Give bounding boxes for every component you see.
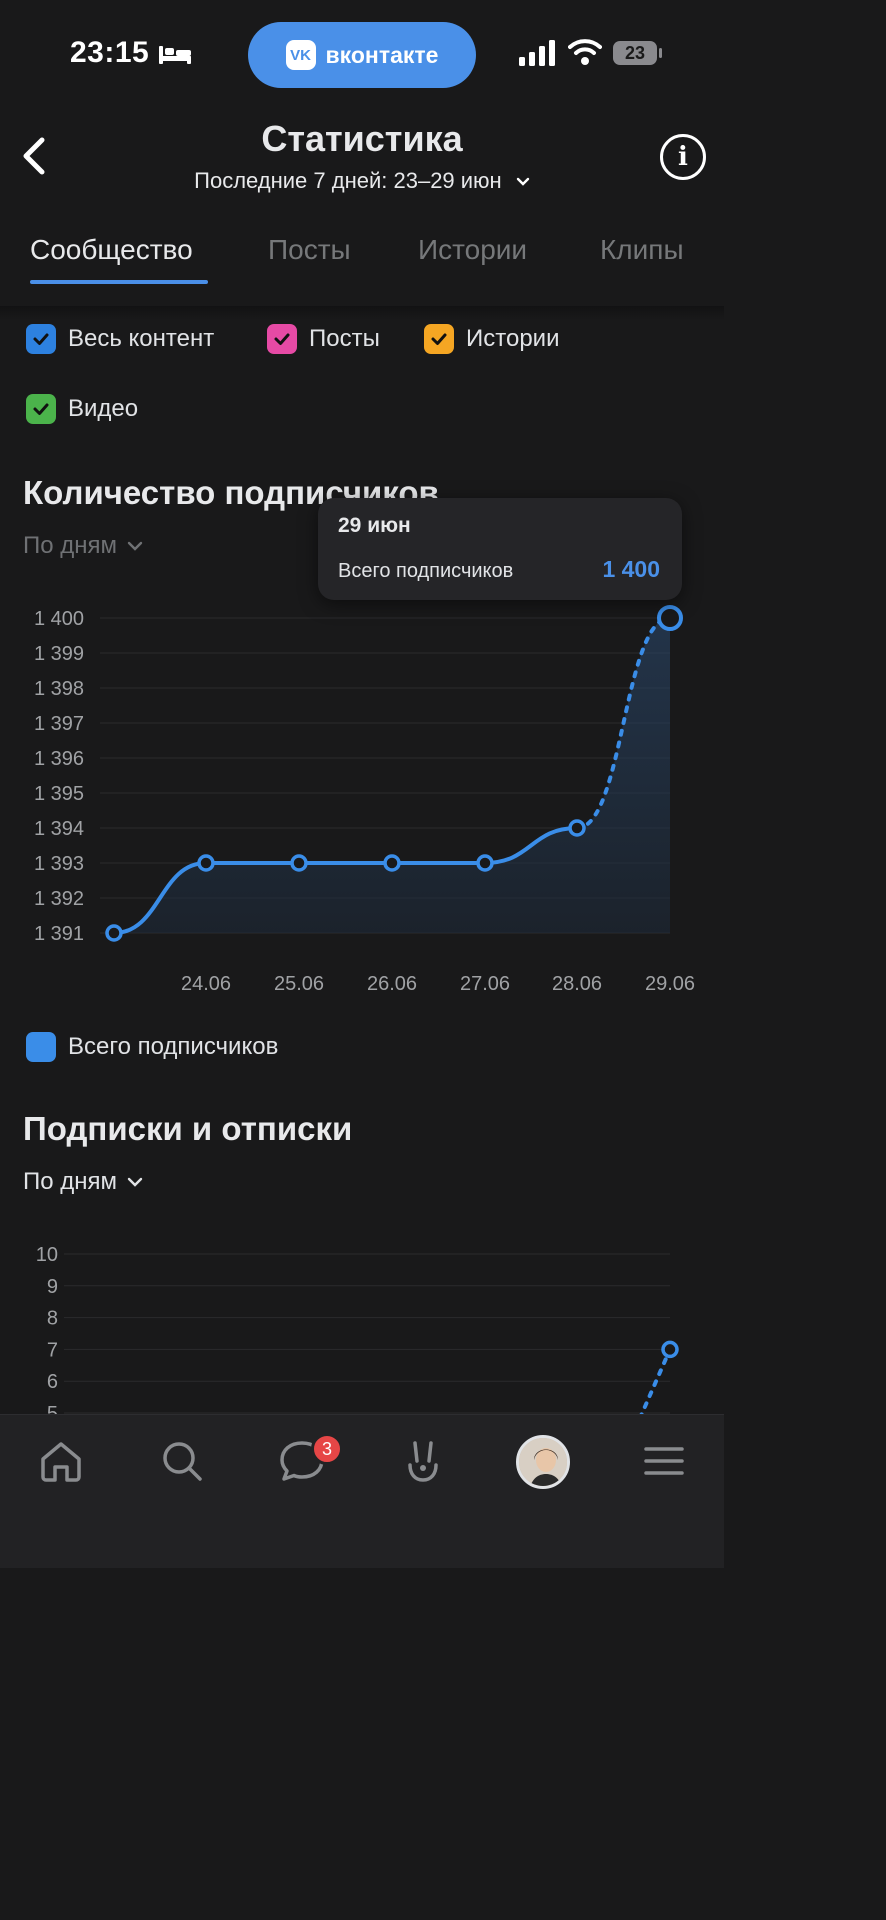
subs-unsubs-grouping-selector[interactable]: По дням: [23, 1168, 143, 1196]
x-tick-label: 28.06: [552, 973, 602, 995]
period-label: Последние 7 дней: 23–29 июн: [194, 168, 502, 193]
app-pill-label: вконтакте: [325, 41, 439, 68]
clips-icon[interactable]: [399, 1437, 447, 1485]
filter-label: Видео: [68, 395, 139, 422]
active-tab-indicator: [30, 280, 208, 284]
cellular-signal-icon: [519, 40, 555, 66]
y-tick-label: 8: [47, 1308, 58, 1330]
chart-legend[interactable]: Всего подписчиков: [26, 1032, 278, 1062]
search-icon[interactable]: [158, 1437, 206, 1485]
profile-avatar[interactable]: [516, 1435, 570, 1489]
y-tick-label: 1 394: [34, 818, 84, 840]
grouping-label: По дням: [23, 1168, 118, 1195]
chevron-down-icon: [516, 177, 530, 186]
period-selector[interactable]: Последние 7 дней: 23–29 июн: [0, 168, 724, 194]
tab-community[interactable]: Сообщество: [30, 234, 193, 266]
page-title: Статистика: [261, 118, 463, 159]
subs-unsubs-chart[interactable]: 5 6 7 8 9 10: [0, 1230, 724, 1414]
data-point: [568, 819, 586, 837]
battery-level: 23: [625, 43, 645, 63]
tab-posts[interactable]: Посты: [268, 234, 351, 266]
info-icon[interactable]: i: [660, 134, 706, 180]
filter-label: Истории: [466, 325, 560, 352]
x-tick-label: 29.06: [645, 973, 695, 995]
data-point: [383, 854, 401, 872]
grouping-label: По дням: [23, 532, 118, 559]
messages-badge: 3: [311, 1433, 343, 1465]
y-tick-label: 5: [47, 1403, 58, 1414]
status-bar: 23:15 VK вконтакте 23: [0, 0, 724, 110]
data-point: [105, 924, 123, 942]
y-tick-label: 1 398: [34, 678, 84, 700]
tooltip-label: Всего подписчиков: [338, 560, 514, 582]
y-tick-label: 1 400: [34, 608, 84, 630]
tooltip-value: 1 400: [602, 556, 660, 582]
filter-video[interactable]: Видео: [26, 394, 138, 424]
y-tick-label: 6: [47, 1371, 58, 1393]
checkbox-icon[interactable]: [26, 324, 56, 354]
data-point: [290, 854, 308, 872]
tooltip-date: 29 июн: [338, 514, 411, 537]
filter-all-content[interactable]: Весь контент: [26, 324, 214, 354]
data-point: [661, 1340, 679, 1359]
battery-icon: 23: [613, 41, 662, 65]
chevron-down-icon: [127, 1177, 143, 1187]
chart-tooltip: 29 июн Всего подписчиков 1 400: [318, 498, 682, 600]
y-tick-label: 1 396: [34, 748, 84, 770]
home-icon[interactable]: [37, 1437, 85, 1485]
x-tick-label: 24.06: [181, 973, 231, 995]
data-point: [657, 605, 683, 631]
y-tick-label: 1 393: [34, 853, 84, 875]
tab-clips[interactable]: Клипы: [600, 234, 684, 266]
subscribers-grouping-selector[interactable]: По дням: [23, 532, 143, 560]
vk-logo-icon: VK: [285, 40, 316, 70]
legend-label: Всего подписчиков: [68, 1033, 279, 1060]
x-tick-label: 27.06: [460, 973, 510, 995]
y-tick-label: 10: [36, 1244, 58, 1266]
data-point: [197, 854, 215, 872]
bottom-navigation: 3: [0, 1414, 724, 1568]
checkbox-icon[interactable]: [26, 394, 56, 424]
legend-swatch: [26, 1032, 56, 1062]
filter-label: Посты: [309, 325, 380, 352]
y-tick-label: 7: [47, 1339, 58, 1361]
series-area: [114, 618, 670, 933]
filter-posts[interactable]: Посты: [267, 324, 380, 354]
app-indicator-pill[interactable]: VK вконтакте: [248, 22, 476, 88]
checkbox-icon[interactable]: [424, 324, 454, 354]
y-tick-label: 1 395: [34, 783, 84, 805]
y-tick-label: 1 399: [34, 643, 84, 665]
y-tick-label: 9: [47, 1276, 58, 1298]
tab-stories[interactable]: Истории: [418, 234, 527, 266]
filter-stories[interactable]: Истории: [424, 324, 559, 354]
subs-unsubs-title: Подписки и отписки: [23, 1110, 353, 1147]
menu-icon[interactable]: [640, 1437, 688, 1485]
y-tick-label: 1 392: [34, 888, 84, 910]
subscribers-chart[interactable]: 1 391 1 392 1 393 1 394 1 395 1 396 1 397 1 398…: [0, 590, 724, 1010]
checkbox-icon[interactable]: [267, 324, 297, 354]
tab-bar: Сообщество Посты Истории Клипы: [0, 226, 724, 316]
sleep-focus-icon: [159, 46, 191, 64]
data-point: [476, 854, 494, 872]
avatar-image: [519, 1438, 567, 1486]
wifi-icon: [568, 39, 602, 65]
filter-label: Весь контент: [68, 325, 215, 352]
y-tick-label: 1 397: [34, 713, 84, 735]
status-time: 23:15: [70, 36, 150, 69]
chevron-down-icon: [127, 541, 143, 551]
y-tick-label: 1 391: [34, 923, 84, 945]
x-tick-label: 25.06: [274, 973, 324, 995]
x-tick-label: 26.06: [367, 973, 417, 995]
